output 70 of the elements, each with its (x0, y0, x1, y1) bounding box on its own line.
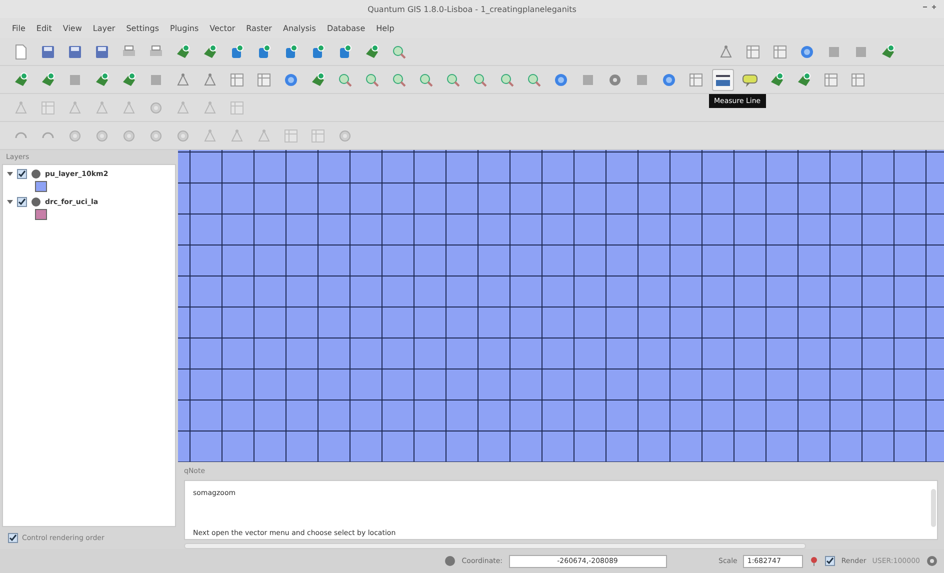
node-icon (229, 128, 245, 144)
cylinder-icon (310, 44, 326, 60)
node-icon (175, 72, 191, 88)
expand-arrow-icon[interactable] (7, 199, 13, 205)
ring-icon (337, 128, 353, 144)
magnifier-icon (364, 72, 380, 88)
magnifier-icon (499, 72, 515, 88)
table-icon (310, 128, 326, 144)
globe-icon (553, 72, 569, 88)
node-icon (202, 100, 218, 116)
node-icon (121, 100, 137, 116)
node-icon (256, 128, 272, 144)
table-icon (745, 44, 761, 60)
ring-icon (175, 128, 191, 144)
node-icon (202, 72, 218, 88)
ring-icon (148, 128, 164, 144)
globe-icon (661, 72, 677, 88)
magnifier-icon (391, 72, 407, 88)
menu-item[interactable]: File (12, 24, 26, 32)
window-controls-icon[interactable] (922, 3, 938, 11)
node-icon (67, 100, 83, 116)
table-icon (772, 44, 788, 60)
render-checkbox[interactable] (825, 556, 836, 566)
pin-icon (809, 556, 820, 566)
node-icon (175, 100, 191, 116)
menu-item[interactable]: Settings (126, 24, 159, 32)
magnifier-icon (337, 72, 353, 88)
menu-item[interactable]: Database (326, 24, 366, 32)
table-icon (229, 100, 245, 116)
ring-icon (121, 128, 137, 144)
node-icon (718, 44, 734, 60)
table-icon (688, 72, 704, 88)
speech-bubble-icon (742, 72, 758, 88)
menu-item[interactable]: Analysis (282, 24, 316, 32)
layer-checkbox[interactable] (17, 169, 27, 179)
document-icon (13, 44, 29, 60)
ring-icon (94, 128, 110, 144)
cylinder-icon (256, 44, 272, 60)
menu-item[interactable]: Layer (92, 24, 116, 32)
cylinder-icon (229, 44, 245, 60)
magnifier-icon (418, 72, 434, 88)
globe-icon (799, 44, 815, 60)
magnifier-icon (445, 72, 461, 88)
node-icon (202, 128, 218, 144)
window-title: Quantum GIS 1.8.0-Lisboa - 1_creatingplaneleganits (368, 4, 576, 14)
magnifier-icon (472, 72, 488, 88)
menu-item[interactable]: Edit (36, 24, 52, 32)
table-icon (229, 72, 245, 88)
menu-item[interactable]: Plugins (170, 24, 199, 32)
ring-icon (67, 128, 83, 144)
menu-item[interactable]: Raster (246, 24, 272, 32)
layer-checkbox[interactable] (17, 197, 27, 207)
table-icon (283, 128, 299, 144)
menu-item[interactable]: Vector (210, 24, 236, 32)
table-icon (823, 72, 839, 88)
cylinder-icon (337, 44, 353, 60)
menu-item[interactable]: Help (376, 24, 394, 32)
table-icon (850, 72, 866, 88)
globe-icon (283, 72, 299, 88)
node-icon (13, 100, 29, 116)
ring-icon (148, 100, 164, 116)
table-icon (40, 100, 56, 116)
magnifier-icon (391, 44, 407, 60)
expand-arrow-icon[interactable] (7, 171, 13, 177)
node-icon (94, 100, 110, 116)
table-icon (256, 72, 272, 88)
checkbox[interactable] (8, 533, 18, 543)
menu-item[interactable]: View (62, 24, 82, 32)
cylinder-icon (283, 44, 299, 60)
magnifier-icon (526, 72, 542, 88)
